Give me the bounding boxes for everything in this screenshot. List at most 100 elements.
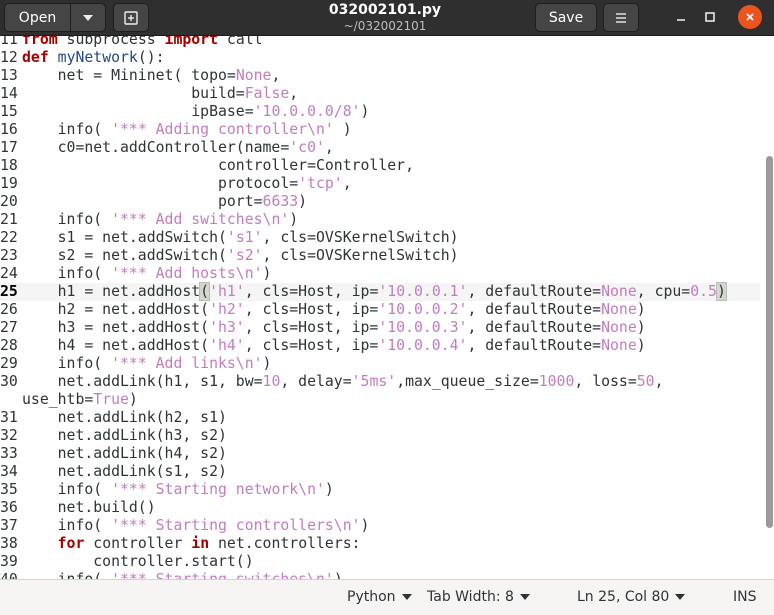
code-line[interactable]: 30 net.addLink(h1, s1, bw=10, delay='5ms… xyxy=(0,373,760,391)
header-bar: Open 032002101.py ~/032002101 Save xyxy=(0,0,774,36)
code-line[interactable]: 12 def myNetwork(): xyxy=(0,49,760,67)
code-text[interactable]: info( '*** Starting controllers\n') xyxy=(22,517,370,535)
code-line[interactable]: 39 controller.start() xyxy=(0,553,760,571)
line-number: 17 xyxy=(0,139,18,156)
code-text[interactable]: c0=net.addController(name='c0', xyxy=(22,139,334,157)
code-line[interactable]: 11 from subprocess import call xyxy=(0,36,760,49)
cursor-position-label: Ln 25, Col 80 xyxy=(577,589,670,605)
code-text[interactable]: s1 = net.addSwitch('s1', cls=OVSKernelSw… xyxy=(22,229,459,247)
cursor-position-selector[interactable]: Ln 25, Col 80 xyxy=(577,589,686,605)
code-line[interactable]: 17 c0=net.addController(name='c0', xyxy=(0,139,760,157)
code-text[interactable]: net.addLink(h4, s2) xyxy=(22,445,227,463)
code-text[interactable]: s2 = net.addSwitch('s2', cls=OVSKernelSw… xyxy=(22,247,459,265)
open-button[interactable]: Open xyxy=(4,3,71,32)
code-text[interactable]: net.addLink(s1, s2) xyxy=(22,463,227,481)
document-path: ~/032002101 xyxy=(343,19,427,33)
code-text[interactable]: net.build() xyxy=(22,499,156,517)
code-line[interactable]: 20 port=6633) xyxy=(0,193,760,211)
close-button[interactable] xyxy=(738,5,762,29)
code-text[interactable]: info( '*** Add hosts\n') xyxy=(22,265,272,283)
code-text[interactable]: from subprocess import call xyxy=(22,36,263,49)
code-line[interactable]: 27 h3 = net.addHost('h3', cls=Host, ip='… xyxy=(0,319,760,337)
code-line-wrap[interactable]: use_htb=True) xyxy=(0,391,760,409)
main-menu-button[interactable] xyxy=(603,3,639,32)
line-number: 31 xyxy=(0,409,18,426)
chevron-down-icon xyxy=(401,594,412,600)
current-code-line[interactable]: 25 h1 = net.addHost('h1', cls=Host, ip='… xyxy=(0,282,760,301)
line-number: 32 xyxy=(0,427,18,444)
code-line[interactable]: 38 for controller in net.controllers: xyxy=(0,535,760,553)
code-text[interactable]: h1 = net.addHost('h1', cls=Host, ip='10.… xyxy=(22,282,727,301)
code-text[interactable]: info( '*** Adding controller\n' ) xyxy=(22,121,352,139)
code-text[interactable]: h3 = net.addHost('h3', cls=Host, ip='10.… xyxy=(22,319,646,337)
code-text[interactable]: net.addLink(h1, s1, bw=10, delay='5ms',m… xyxy=(22,373,664,391)
code-text[interactable]: build=False, xyxy=(22,85,298,103)
line-number: 33 xyxy=(0,445,18,462)
code-text[interactable]: use_htb=True) xyxy=(22,391,138,409)
code-line[interactable]: 18 controller=Controller, xyxy=(0,157,760,175)
maximize-button[interactable] xyxy=(698,5,722,29)
code-text[interactable]: ipBase='10.0.0.0/8') xyxy=(22,103,369,121)
code-line[interactable]: 29 info( '*** Add links\n') xyxy=(0,355,760,373)
code-text[interactable]: info( '*** Starting network\n') xyxy=(22,481,334,499)
code-text[interactable]: controller.start() xyxy=(22,553,253,571)
line-number: 28 xyxy=(0,337,18,354)
code-line[interactable]: 22 s1 = net.addSwitch('s1', cls=OVSKerne… xyxy=(0,229,760,247)
code-text[interactable]: h4 = net.addHost('h4', cls=Host, ip='10.… xyxy=(22,337,646,355)
line-number: 23 xyxy=(0,247,18,264)
code-line[interactable]: 13 net = Mininet( topo=None, xyxy=(0,67,760,85)
line-number: 40 xyxy=(0,571,20,579)
code-line[interactable]: 31 net.addLink(h2, s1) xyxy=(0,409,760,427)
code-line[interactable]: 15 ipBase='10.0.0.0/8') xyxy=(0,103,760,121)
code-text[interactable]: def myNetwork(): xyxy=(22,49,165,67)
line-number: 14 xyxy=(0,85,18,102)
code-line[interactable]: 16 info( '*** Adding controller\n' ) xyxy=(0,121,760,139)
save-button[interactable]: Save xyxy=(535,3,597,32)
code-line[interactable]: 28 h4 = net.addHost('h4', cls=Host, ip='… xyxy=(0,337,760,355)
code-line[interactable]: 37 info( '*** Starting controllers\n') xyxy=(0,517,760,535)
code-line[interactable]: 26 h2 = net.addHost('h2', cls=Host, ip='… xyxy=(0,301,760,319)
code-line[interactable]: 36 net.build() xyxy=(0,499,760,517)
code-line[interactable]: 14 build=False, xyxy=(0,85,760,103)
code-line[interactable]: 33 net.addLink(h4, s2) xyxy=(0,445,760,463)
code-text[interactable]: net.addLink(h2, s1) xyxy=(22,409,227,427)
scrollbar-thumb[interactable] xyxy=(766,156,773,528)
language-label: Python xyxy=(347,589,396,605)
open-button-label: Open xyxy=(18,9,57,26)
open-recent-menu-button[interactable] xyxy=(70,3,106,32)
code-text[interactable]: for controller in net.controllers: xyxy=(22,535,361,553)
code-text[interactable]: controller=Controller, xyxy=(22,157,414,175)
code-area[interactable]: 11 from subprocess import call 12 def myNet… xyxy=(0,36,760,579)
line-number: 29 xyxy=(0,355,18,372)
code-text[interactable]: info( '*** Add links\n') xyxy=(22,355,272,373)
code-line[interactable]: 40 info( '*** Starting switches\n') xyxy=(0,571,760,579)
minimize-icon xyxy=(677,19,685,21)
code-line[interactable]: 19 protocol='tcp', xyxy=(0,175,760,193)
code-line[interactable]: 35 info( '*** Starting network\n') xyxy=(0,481,760,499)
code-line[interactable]: 32 net.addLink(h3, s2) xyxy=(0,427,760,445)
code-line[interactable]: 34 net.addLink(s1, s2) xyxy=(0,463,760,481)
vertical-scrollbar[interactable] xyxy=(762,36,774,579)
minimize-button[interactable] xyxy=(669,5,693,29)
status-bar: Python Tab Width: 8 Ln 25, Col 80 INS xyxy=(0,579,774,615)
code-text[interactable]: port=6633) xyxy=(22,193,307,211)
code-editor[interactable]: 11 from subprocess import call 12 def myNet… xyxy=(0,36,774,579)
code-text[interactable]: info( '*** Add switches\n') xyxy=(22,211,299,229)
line-number: 35 xyxy=(0,481,18,498)
code-text[interactable]: net = Mininet( topo=None, xyxy=(22,67,281,85)
code-line[interactable]: 21 info( '*** Add switches\n') xyxy=(0,211,760,229)
new-tab-button[interactable] xyxy=(113,3,149,32)
line-number: 26 xyxy=(0,301,18,318)
code-text[interactable]: h2 = net.addHost('h2', cls=Host, ip='10.… xyxy=(22,301,646,319)
code-text[interactable]: protocol='tcp', xyxy=(22,175,352,193)
code-text[interactable]: info( '*** Starting switches\n') xyxy=(22,571,343,579)
new-tab-icon xyxy=(124,10,138,25)
code-text[interactable]: net.addLink(h3, s2) xyxy=(22,427,227,445)
line-number: 36 xyxy=(0,499,18,516)
code-line[interactable]: 24 info( '*** Add hosts\n') xyxy=(0,265,760,283)
line-number: 21 xyxy=(0,211,18,228)
language-selector[interactable]: Python xyxy=(347,589,412,605)
tab-width-selector[interactable]: Tab Width: 8 xyxy=(427,589,530,605)
document-title: 032002101.py xyxy=(328,2,442,18)
code-line[interactable]: 23 s2 = net.addSwitch('s2', cls=OVSKerne… xyxy=(0,247,760,265)
